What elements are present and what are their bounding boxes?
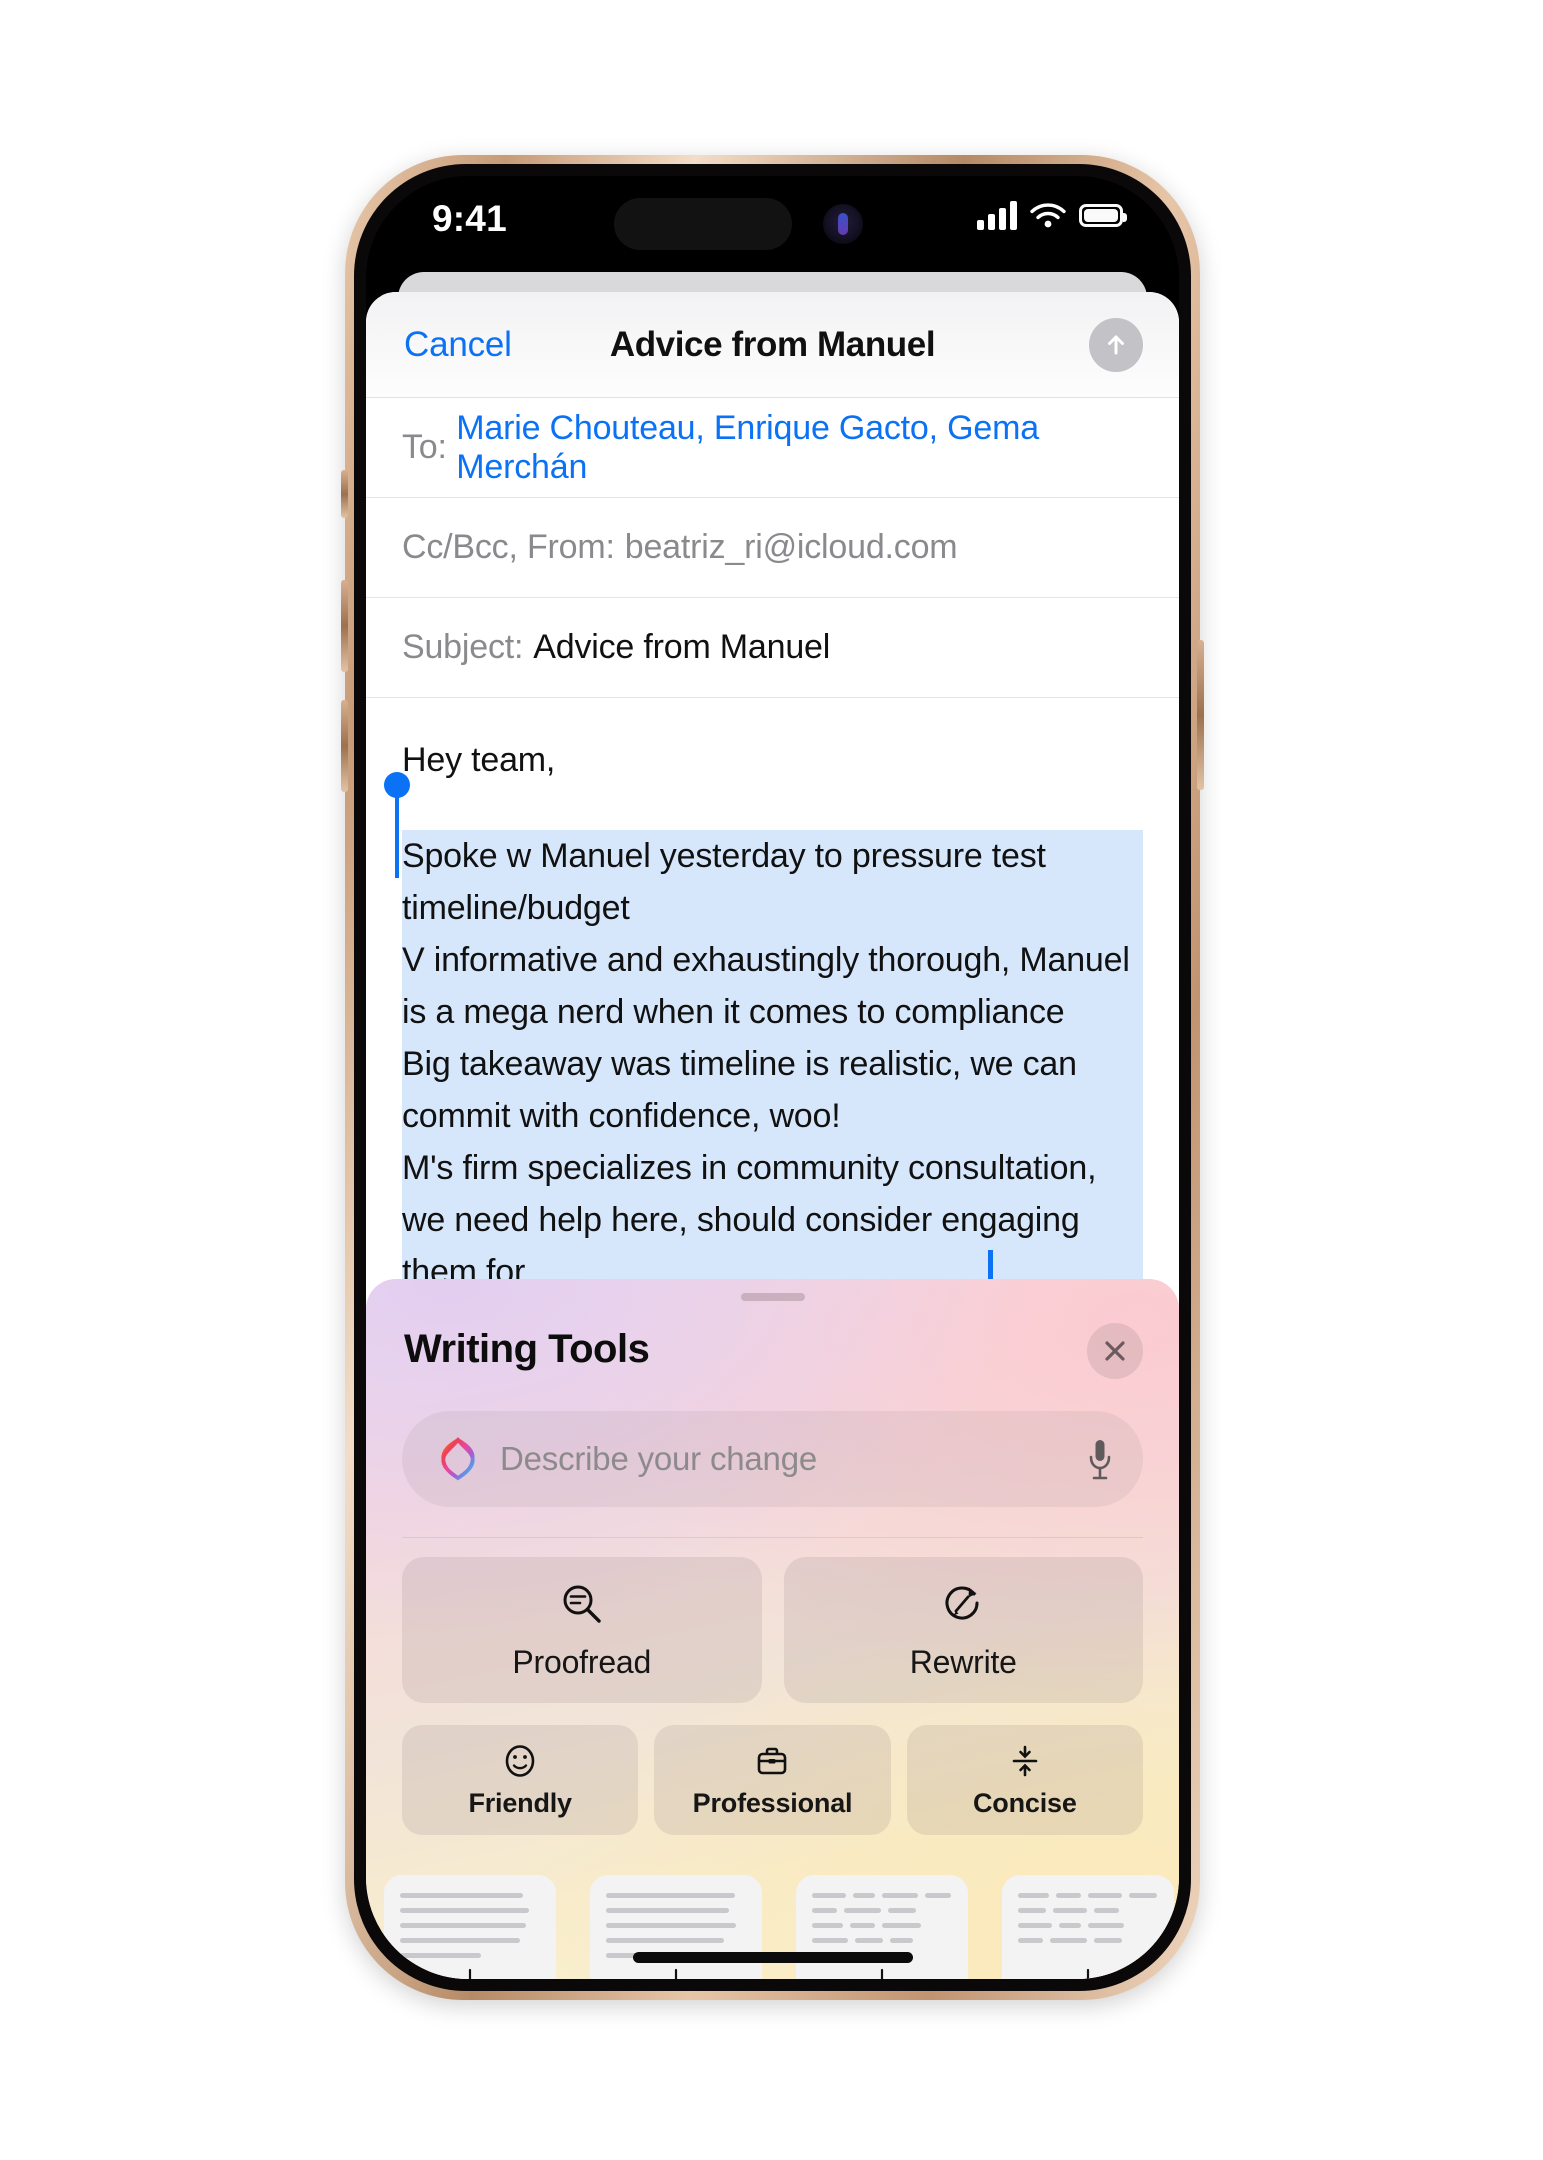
- describe-change-placeholder: Describe your change: [500, 1440, 818, 1477]
- status-bar: 9:41: [366, 176, 1179, 268]
- concise-button[interactable]: Concise: [906, 1725, 1143, 1835]
- microphone-icon[interactable]: [1087, 1437, 1113, 1481]
- to-field-row[interactable]: To: Marie Chouteau, Enrique Gacto, Gema …: [366, 398, 1179, 498]
- close-button[interactable]: [1087, 1323, 1143, 1379]
- subject-value[interactable]: Advice from Manuel: [533, 628, 830, 667]
- close-icon: [1105, 1341, 1125, 1361]
- panel-divider: [402, 1537, 1143, 1538]
- apple-intelligence-icon: [441, 1437, 475, 1481]
- tone-actions-row: Friendly Professional Concise: [402, 1725, 1143, 1835]
- subject-label: Subject:: [402, 628, 524, 666]
- dynamic-island: [614, 198, 792, 250]
- signal-bars-icon: [977, 200, 1017, 230]
- power-button[interactable]: [1197, 640, 1204, 790]
- selection-start-handle[interactable]: [384, 772, 410, 878]
- volume-down-button[interactable]: [341, 700, 348, 792]
- rewrite-circular-pencil-icon: [945, 1586, 979, 1619]
- battery-icon: [1079, 203, 1127, 227]
- smiley-face-icon: [505, 1744, 535, 1777]
- silent-switch[interactable]: [341, 470, 348, 518]
- proofread-label: Proofread: [512, 1643, 652, 1680]
- friendly-label: Friendly: [468, 1787, 572, 1818]
- home-indicator[interactable]: [632, 1952, 913, 1963]
- phone-screen: 9:41 Cancel Advice from Manuel To: Marie…: [366, 176, 1179, 1979]
- concise-label: Concise: [973, 1787, 1077, 1818]
- page-title: Advice from Manuel: [609, 324, 936, 364]
- key-points-card[interactable]: [590, 1875, 762, 1979]
- rewrite-button[interactable]: Rewrite: [783, 1557, 1143, 1703]
- body-line: Big takeaway was timeline is realistic, …: [402, 1038, 1143, 1142]
- body-line: Spoke w Manuel yesterday to pressure tes…: [402, 830, 1143, 934]
- send-arrow-up-icon: [1108, 335, 1124, 354]
- primary-actions-row: Proofread Rewrite: [402, 1557, 1143, 1703]
- mail-compose-sheet: Cancel Advice from Manuel To: Marie Chou…: [366, 292, 1179, 1979]
- list-card[interactable]: [796, 1875, 968, 1979]
- selected-text-block[interactable]: Spoke w Manuel yesterday to pressure tes…: [384, 772, 1143, 1298]
- download-arrow-icon: [880, 1968, 884, 1979]
- body-line: M's firm specializes in community consul…: [402, 1142, 1143, 1246]
- professional-label: Professional: [692, 1787, 853, 1818]
- subject-field-row[interactable]: Subject: Advice from Manuel: [366, 598, 1179, 698]
- ccbcc-label: Cc/Bcc, From:: [402, 528, 615, 566]
- compose-navbar: Cancel Advice from Manuel: [366, 292, 1179, 398]
- download-arrow-icon: [674, 1968, 678, 1979]
- format-cards-row: [384, 1875, 1174, 1979]
- proofread-button[interactable]: Proofread: [402, 1557, 762, 1703]
- writing-tools-panel: Writing Tools Describe your change Proof…: [366, 1279, 1179, 1979]
- writing-tools-grabber[interactable]: [740, 1293, 805, 1301]
- describe-change-input[interactable]: Describe your change: [402, 1411, 1143, 1507]
- download-arrow-icon: [1086, 1968, 1090, 1979]
- screenshot-canvas: 9:41 Cancel Advice from Manuel To: Marie…: [0, 0, 1543, 2160]
- compress-arrows-icon: [1012, 1745, 1038, 1776]
- friendly-button[interactable]: Friendly: [402, 1725, 639, 1835]
- body-greeting: Hey team,: [402, 741, 556, 779]
- wifi-icon: [1030, 203, 1066, 228]
- email-body[interactable]: Hey team, Spoke w Manuel yesterday to pr…: [366, 698, 1179, 1298]
- proofread-magnifier-icon: [563, 1585, 601, 1623]
- professional-button[interactable]: Professional: [654, 1725, 891, 1835]
- rewrite-label: Rewrite: [909, 1643, 1017, 1680]
- download-arrow-icon: [468, 1968, 472, 1979]
- summary-card[interactable]: [384, 1875, 556, 1979]
- from-address[interactable]: beatriz_ri@icloud.com: [625, 528, 958, 567]
- status-indicators: [977, 200, 1127, 230]
- table-card[interactable]: [1002, 1875, 1174, 1979]
- send-button[interactable]: [1089, 317, 1143, 372]
- front-camera-icon: [823, 204, 863, 244]
- to-recipients[interactable]: Marie Chouteau, Enrique Gacto, Gema Merc…: [456, 409, 1143, 487]
- status-time: 9:41: [432, 198, 507, 239]
- writing-tools-title: Writing Tools: [404, 1327, 650, 1371]
- briefcase-icon: [758, 1747, 787, 1774]
- to-label: To:: [402, 428, 447, 466]
- body-line: V informative and exhaustingly thorough,…: [402, 934, 1143, 1038]
- ccbcc-field-row[interactable]: Cc/Bcc, From: beatriz_ri@icloud.com: [366, 498, 1179, 598]
- volume-up-button[interactable]: [341, 580, 348, 672]
